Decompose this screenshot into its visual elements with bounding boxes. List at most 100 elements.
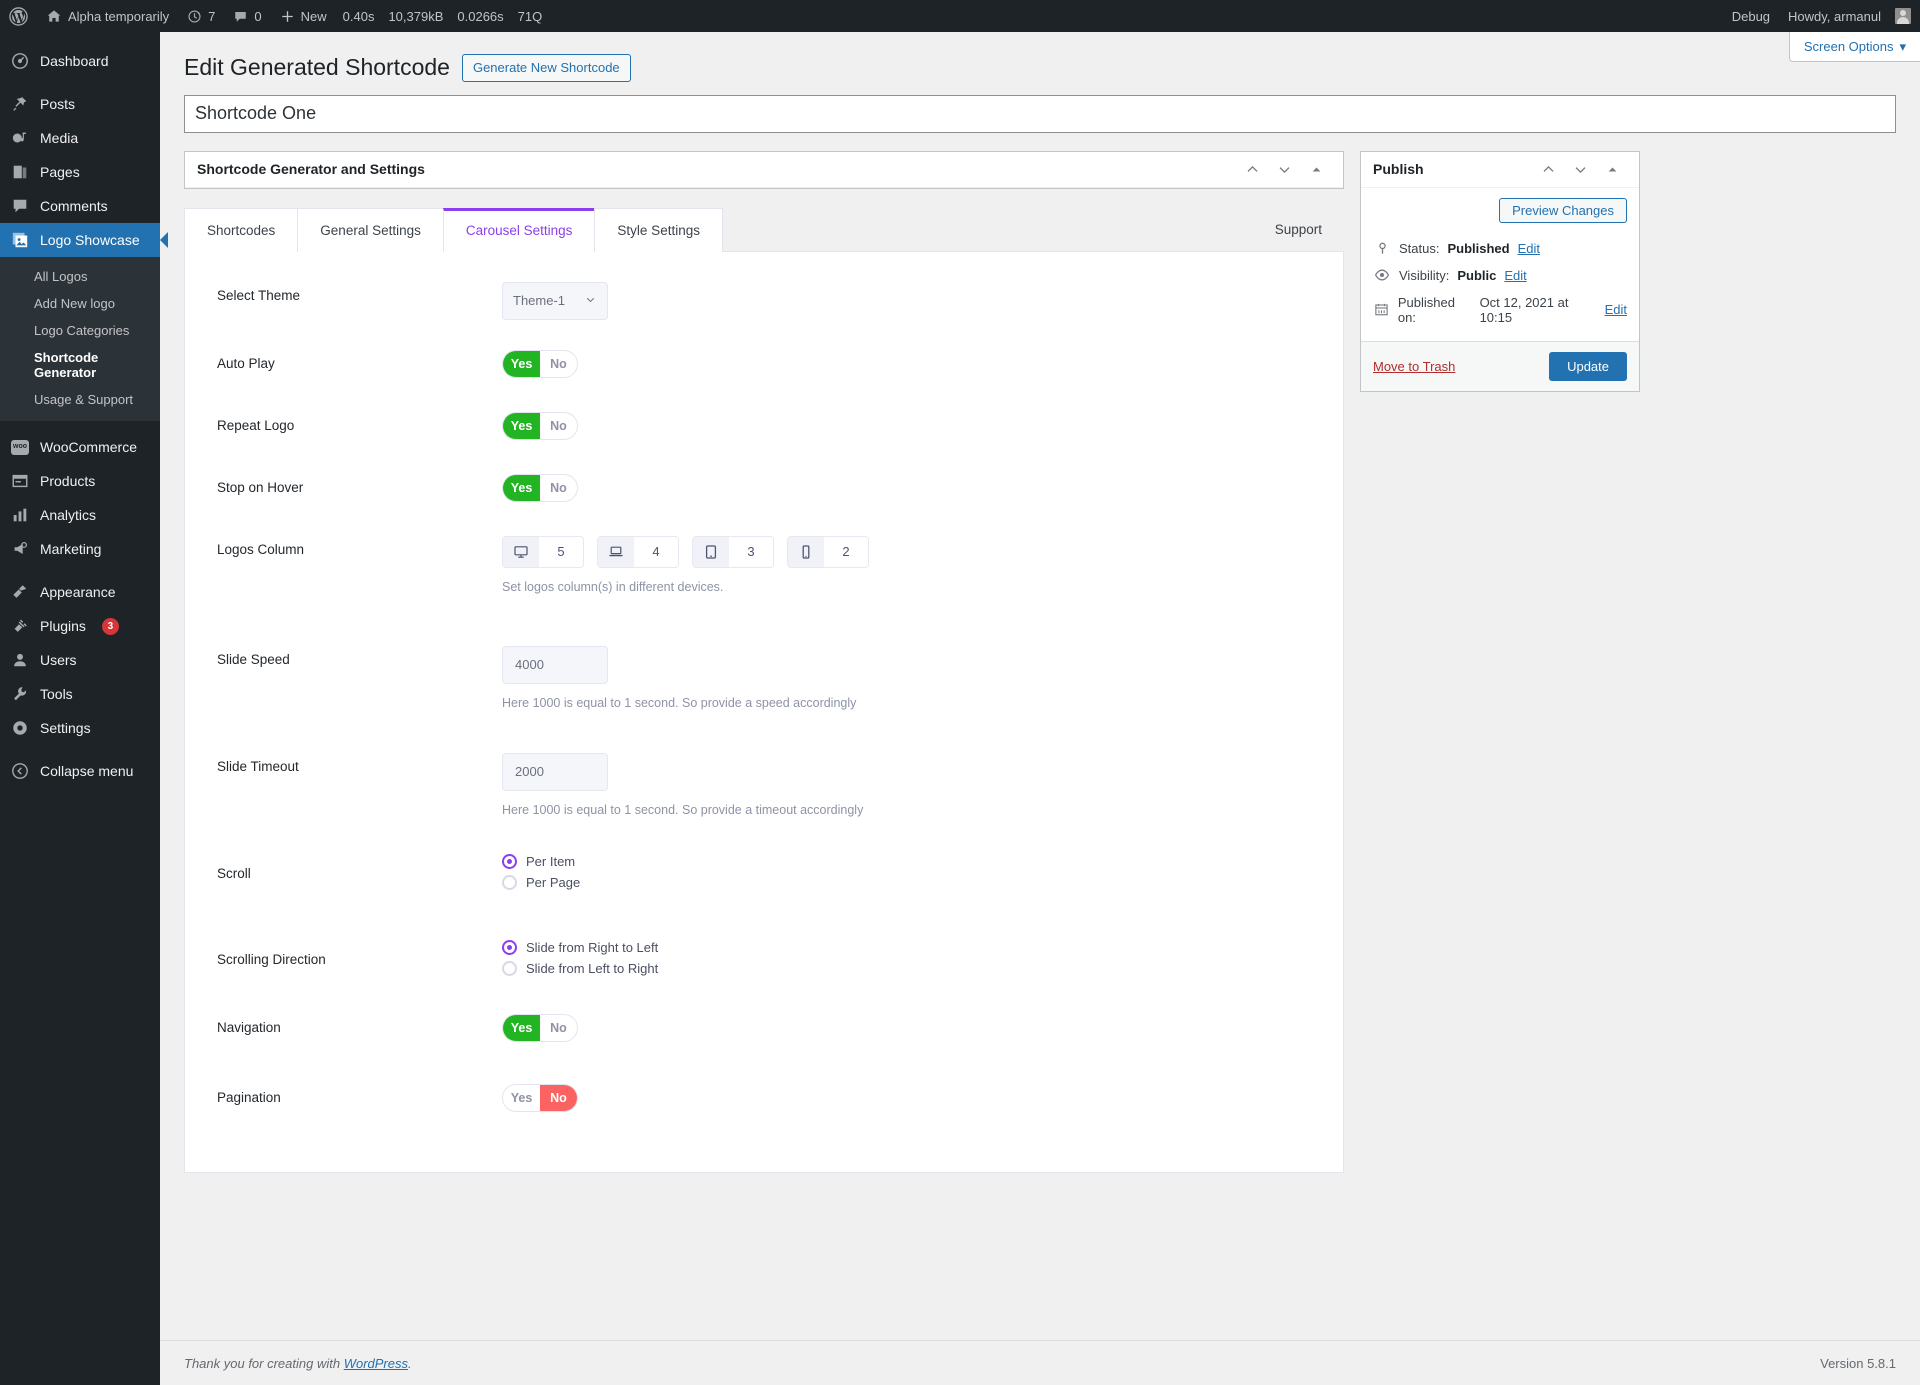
sidebar-item-marketing[interactable]: Marketing <box>0 532 160 566</box>
radio-icon[interactable] <box>502 960 517 976</box>
radio-icon[interactable] <box>502 939 517 955</box>
navigation-toggle[interactable]: Yes No <box>502 1013 578 1042</box>
sidebar-item-plugins[interactable]: Plugins 3 <box>0 609 160 643</box>
logos-column-desktop-value[interactable]: 5 <box>539 536 583 567</box>
preview-changes-button[interactable]: Preview Changes <box>1499 197 1627 223</box>
sidebar-item-posts[interactable]: Posts <box>0 87 160 121</box>
slide-timeout-input[interactable]: 2000 <box>502 752 608 791</box>
stop-on-hover-toggle[interactable]: Yes No <box>502 473 578 502</box>
field-stop-on-hover: Stop on Hover Yes No <box>185 473 1343 536</box>
submenu-item-shortcode-generator[interactable]: Shortcode Generator <box>0 344 160 386</box>
move-up-icon[interactable] <box>1533 154 1563 184</box>
select-theme-dropdown[interactable]: Theme-1 <box>502 281 608 320</box>
toggle-yes[interactable]: Yes <box>503 474 540 501</box>
radio-label: Per Page <box>526 874 581 890</box>
toggle-yes[interactable]: Yes <box>503 1014 540 1041</box>
move-down-icon[interactable] <box>1565 154 1595 184</box>
status-edit-link[interactable]: Edit <box>1518 241 1540 256</box>
my-account-menu[interactable]: Howdy, armanul <box>1779 0 1920 32</box>
new-content-menu[interactable]: New <box>271 0 336 32</box>
scroll-option-per-page[interactable]: Per Page <box>502 874 1311 890</box>
visibility-label: Visibility: <box>1399 267 1450 283</box>
toggle-no[interactable]: No <box>540 413 577 439</box>
visibility-edit-link[interactable]: Edit <box>1504 268 1526 283</box>
radio-icon[interactable] <box>502 874 517 890</box>
sidebar-item-appearance[interactable]: Appearance <box>0 575 160 609</box>
scroll-option-per-item[interactable]: Per Item <box>502 853 1311 869</box>
submenu-item-usage-support[interactable]: Usage & Support <box>0 386 160 413</box>
comments-menu[interactable]: 0 <box>224 0 270 32</box>
logos-column-tablet-value[interactable]: 3 <box>729 536 773 567</box>
direction-option-right-to-left[interactable]: Slide from Right to Left <box>502 939 1311 955</box>
field-label: Stop on Hover <box>217 479 304 495</box>
move-down-icon[interactable] <box>1269 154 1299 184</box>
submenu-item-all-logos[interactable]: All Logos <box>0 263 160 290</box>
field-repeat-logo: Repeat Logo Yes No <box>185 411 1343 474</box>
generate-new-shortcode-button[interactable]: Generate New Shortcode <box>461 53 631 82</box>
sidebar-item-dashboard[interactable]: Dashboard <box>0 44 160 78</box>
move-to-trash-link[interactable]: Move to Trash <box>1373 359 1455 374</box>
slide-speed-input[interactable]: 4000 <box>502 645 608 684</box>
sidebar-item-products[interactable]: Products <box>0 464 160 498</box>
toggle-no[interactable]: No <box>540 351 577 377</box>
field-label: Navigation <box>217 1019 281 1035</box>
toggle-no[interactable]: No <box>540 1015 577 1041</box>
date-edit-link[interactable]: Edit <box>1605 302 1627 317</box>
tab-carousel-settings[interactable]: Carousel Settings <box>442 207 596 252</box>
tab-general-settings[interactable]: General Settings <box>297 207 444 252</box>
submenu-item-add-new-logo[interactable]: Add New logo <box>0 290 160 317</box>
logos-column-mobile-value[interactable]: 2 <box>824 536 868 567</box>
shortcode-title-input[interactable] <box>184 94 1896 133</box>
footer-thanks: Thank you for creating with WordPress. <box>184 1356 412 1371</box>
collapse-menu-button[interactable]: Collapse menu <box>0 754 160 788</box>
auto-play-toggle[interactable]: Yes No <box>502 349 578 378</box>
dashboard-icon <box>10 52 30 70</box>
submenu-item-logo-categories[interactable]: Logo Categories <box>0 317 160 344</box>
sidebar-item-tools[interactable]: Tools <box>0 677 160 711</box>
update-button[interactable]: Update <box>1549 351 1627 381</box>
toggle-no[interactable]: No <box>540 475 577 501</box>
logos-column-laptop[interactable]: 4 <box>597 535 679 568</box>
logos-column-laptop-value[interactable]: 4 <box>634 536 678 567</box>
radio-icon[interactable] <box>502 853 517 869</box>
publish-body: Preview Changes Status: Published Edit V… <box>1361 188 1639 331</box>
toggle-yes[interactable]: Yes <box>503 350 540 377</box>
sidebar-item-logo-showcase[interactable]: Logo Showcase <box>0 223 168 257</box>
sidebar-item-settings[interactable]: Settings <box>0 711 160 745</box>
sidebar-item-analytics[interactable]: Analytics <box>0 498 160 532</box>
toggle-panel-icon[interactable] <box>1597 154 1627 184</box>
toggle-yes[interactable]: Yes <box>503 1085 540 1111</box>
updates-menu[interactable]: 7 <box>178 0 224 32</box>
repeat-logo-toggle[interactable]: Yes No <box>502 411 578 440</box>
sidebar-item-media[interactable]: Media <box>0 121 160 155</box>
pagination-toggle[interactable]: Yes No <box>502 1083 578 1112</box>
sidebar-item-users[interactable]: Users <box>0 643 160 677</box>
wordpress-logo-menu[interactable] <box>0 0 37 32</box>
toggle-panel-icon[interactable] <box>1301 154 1331 184</box>
products-icon <box>10 472 30 490</box>
toggle-yes[interactable]: Yes <box>503 412 540 439</box>
sidebar-item-woocommerce[interactable]: woo WooCommerce <box>0 430 160 464</box>
direction-option-left-to-right[interactable]: Slide from Left to Right <box>502 960 1311 976</box>
move-up-icon[interactable] <box>1237 154 1267 184</box>
site-name-menu[interactable]: Alpha temporarily <box>37 0 178 32</box>
screen-options-label: Screen Options <box>1803 39 1894 54</box>
tab-shortcodes[interactable]: Shortcodes <box>184 207 299 252</box>
field-label: Scroll <box>217 865 251 881</box>
page-title: Edit Generated Shortcode <box>184 54 450 80</box>
toggle-no[interactable]: No <box>540 1084 577 1111</box>
wordpress-link[interactable]: WordPress <box>344 1356 408 1371</box>
logos-column-desktop[interactable]: 5 <box>502 535 584 568</box>
sidebar-item-comments[interactable]: Comments <box>0 189 160 223</box>
sidebar-label: Users <box>40 652 77 668</box>
sidebar-label: Appearance <box>40 584 116 600</box>
sidebar-item-pages[interactable]: Pages <box>0 155 160 189</box>
debug-menu[interactable]: Debug <box>1723 0 1779 32</box>
logos-column-mobile[interactable]: 2 <box>787 535 869 568</box>
sidebar-label: Marketing <box>40 541 102 557</box>
tab-style-settings[interactable]: Style Settings <box>594 207 723 252</box>
edit-layout: Shortcode Generator and Settings Shortco… <box>184 133 1896 1173</box>
logos-column-tablet[interactable]: 3 <box>692 535 774 568</box>
support-link[interactable]: Support <box>1275 222 1344 251</box>
screen-options-toggle[interactable]: Screen Options ▾ <box>1788 32 1920 62</box>
